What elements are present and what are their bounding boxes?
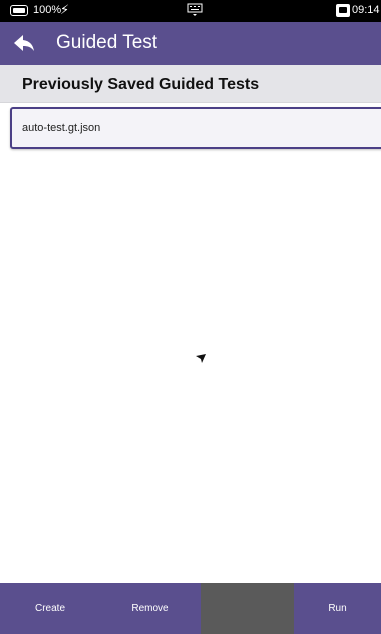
saved-tests-list[interactable]: auto-test.gt.json — [0, 103, 381, 581]
action-bar: Guided Test — [0, 22, 381, 65]
clock: 09:14 — [352, 4, 380, 16]
empty-softkey[interactable] — [201, 583, 294, 634]
status-bar: 100% ⚡ 09:14 — [0, 0, 381, 22]
battery-percentage: 100% — [33, 4, 62, 16]
page-title: Guided Test — [56, 32, 158, 53]
charging-bolt-icon: ⚡ — [60, 2, 70, 17]
create-button[interactable]: Create — [0, 583, 100, 634]
run-button[interactable]: Run — [294, 583, 381, 634]
section-header: Previously Saved Guided Tests — [0, 65, 381, 103]
battery-icon — [10, 5, 28, 16]
back-arrow-icon[interactable] — [12, 31, 36, 55]
keyboard-icon — [187, 3, 203, 16]
remove-button[interactable]: Remove — [100, 583, 200, 634]
screen-icon — [336, 4, 350, 17]
cursor-icon — [196, 354, 206, 363]
bottom-bar: Create Remove Run — [0, 583, 381, 634]
list-item[interactable]: auto-test.gt.json — [10, 107, 381, 149]
